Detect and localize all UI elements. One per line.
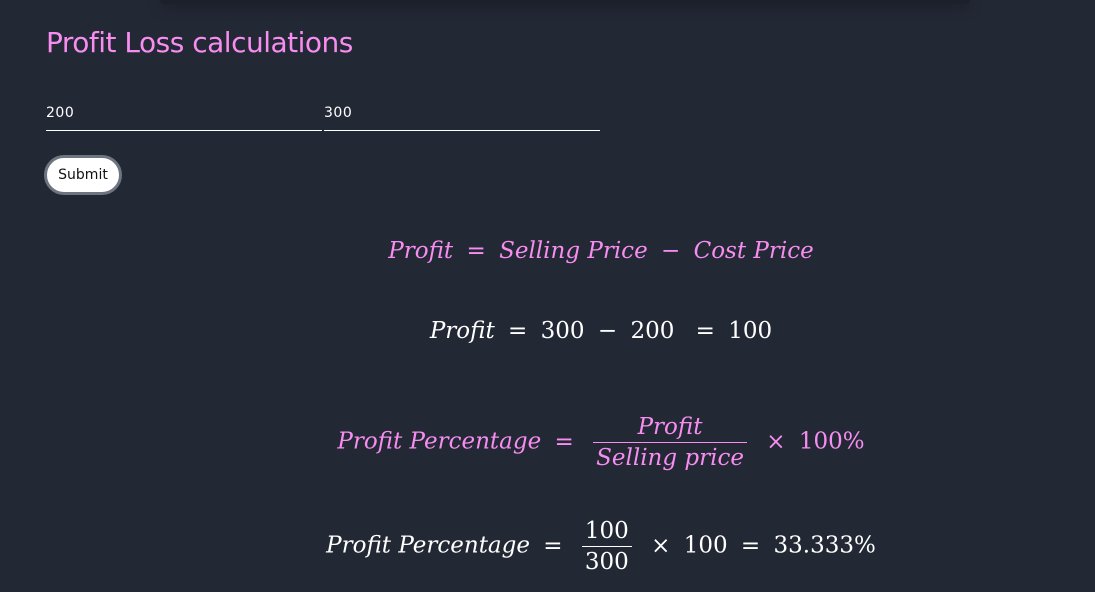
minus-sign: − [597, 318, 618, 344]
fraction: 100 300 [581, 516, 632, 577]
top-panel-shadow [160, 0, 970, 4]
calc-percentage-result: 33.333% [773, 532, 876, 559]
calc-profit-result: 100 [728, 318, 773, 344]
formula-lhs: Profit Percentage [337, 428, 542, 455]
cost-price-input[interactable] [46, 96, 322, 131]
profit-calculation: Profit = 300 − 200 = 100 [0, 318, 1095, 344]
equals-sign: = [740, 532, 761, 559]
fraction-numerator: Profit [593, 412, 747, 443]
equals-sign: = [466, 238, 486, 264]
profit-formula: Profit = Selling Price − Cost Price [0, 238, 1095, 264]
calc-cost-value: 200 [630, 318, 675, 344]
formula-multiplier: 100% [798, 428, 865, 455]
minus-sign: − [661, 238, 681, 264]
fraction-denominator: Selling price [596, 445, 744, 471]
equals-sign: = [543, 532, 563, 559]
equals-sign: = [508, 318, 528, 344]
fraction-denominator: 300 [584, 549, 629, 575]
fraction-numerator: 100 [581, 516, 632, 547]
formula-term-cost: Cost Price [693, 238, 814, 264]
profit-percentage-calculation: Profit Percentage = 100 300 × 100 = 33.3… [0, 516, 1095, 577]
formula-lhs: Profit [388, 238, 454, 264]
page-title: Profit Loss calculations [46, 26, 353, 59]
times-sign: × [766, 428, 786, 455]
submit-button[interactable]: Submit [44, 155, 122, 195]
calc-multiplier: 100 [683, 532, 728, 559]
fraction: Profit Selling price [593, 412, 747, 473]
selling-price-input[interactable] [324, 96, 600, 131]
profit-percentage-formula: Profit Percentage = Profit Selling price… [0, 412, 1095, 473]
calc-lhs: Profit Percentage [326, 532, 530, 559]
times-sign: × [651, 532, 671, 559]
formula-term-selling: Selling Price [499, 238, 648, 264]
calc-lhs: Profit [429, 318, 495, 344]
equals-sign: = [695, 318, 715, 344]
calc-selling-value: 300 [540, 318, 585, 344]
equals-sign: = [554, 428, 574, 455]
